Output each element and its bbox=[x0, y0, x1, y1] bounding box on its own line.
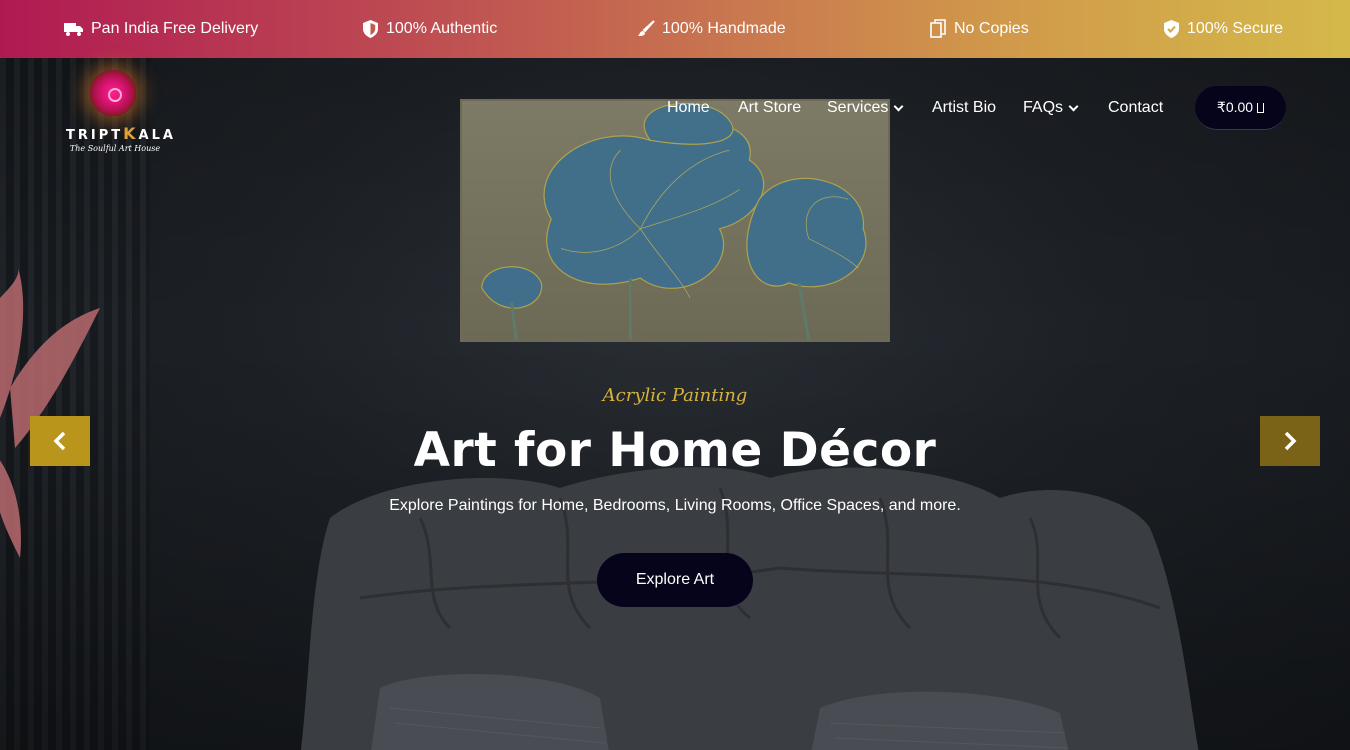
topbar-item-no-copies: No Copies bbox=[930, 0, 1029, 58]
hero-painting-image bbox=[460, 99, 890, 342]
cart-icon bbox=[1257, 102, 1265, 113]
topbar-item-authentic: 100% Authentic bbox=[362, 0, 497, 58]
topbar-item-secure: 100% Secure bbox=[1163, 0, 1283, 58]
nav-item-art-store[interactable]: Art Store bbox=[738, 93, 801, 123]
cart-total: ₹0.00 bbox=[1216, 99, 1254, 115]
topbar-item-label: 100% Handmade bbox=[662, 20, 786, 37]
nav-item-artist-bio[interactable]: Artist Bio bbox=[932, 93, 996, 123]
copy-icon bbox=[930, 19, 946, 38]
shield-icon bbox=[363, 20, 378, 38]
hero-subtitle: Explore Paintings for Home, Bedrooms, Li… bbox=[389, 497, 961, 514]
hero-title: Art for Home Décor bbox=[413, 423, 937, 478]
explore-art-button[interactable]: Explore Art bbox=[597, 553, 753, 608]
nav-item-services[interactable]: Services bbox=[827, 93, 904, 123]
brush-icon bbox=[638, 20, 655, 36]
cart-button[interactable]: ₹0.00 bbox=[1195, 86, 1286, 130]
logo-tagline: The Soulful Art House bbox=[69, 144, 161, 153]
topbar-item-handmade: 100% Handmade bbox=[637, 0, 786, 58]
hero-eyebrow: Acrylic Painting bbox=[602, 385, 748, 406]
shield-check-icon bbox=[1164, 20, 1179, 38]
chevron-down-icon bbox=[1068, 101, 1079, 111]
top-announcement-bar: Pan India Free Delivery 100% Authentic 1… bbox=[0, 0, 1350, 58]
topbar-item-delivery: Pan India Free Delivery bbox=[64, 0, 258, 58]
logo-wordmark: TRIPTKALA bbox=[66, 124, 176, 143]
carousel-prev-button[interactable] bbox=[30, 416, 90, 466]
nav-item-faqs[interactable]: FAQs bbox=[1023, 93, 1079, 123]
chevron-left-icon bbox=[53, 431, 66, 451]
main-navigation: Home Art Store Services Artist Bio FAQs … bbox=[0, 93, 1350, 123]
topbar-item-label: 100% Authentic bbox=[386, 20, 498, 37]
nav-item-contact[interactable]: Contact bbox=[1108, 93, 1163, 123]
chevron-right-icon bbox=[1284, 431, 1297, 451]
topbar-item-label: 100% Secure bbox=[1187, 20, 1284, 37]
truck-icon bbox=[64, 23, 83, 36]
topbar-item-label: No Copies bbox=[954, 20, 1029, 37]
topbar-item-label: Pan India Free Delivery bbox=[91, 20, 259, 37]
nav-item-home[interactable]: Home bbox=[667, 93, 710, 123]
carousel-next-button[interactable] bbox=[1260, 416, 1320, 466]
chevron-down-icon bbox=[893, 101, 904, 111]
